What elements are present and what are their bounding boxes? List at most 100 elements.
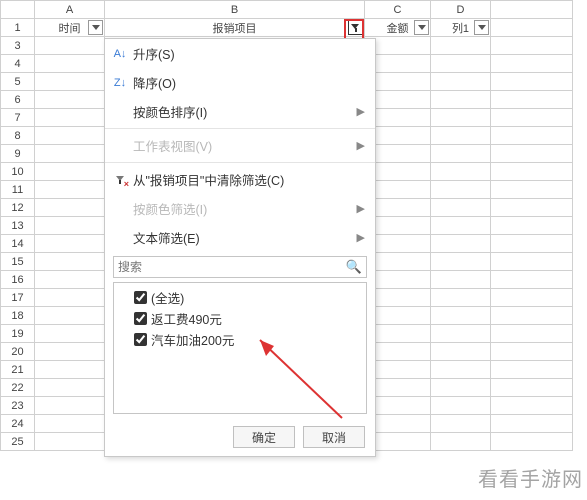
checkbox-select-all[interactable]: [134, 291, 147, 304]
cell[interactable]: [431, 127, 491, 145]
cell[interactable]: [491, 163, 573, 181]
row-7[interactable]: 7: [1, 109, 35, 127]
cell[interactable]: [431, 55, 491, 73]
row-12[interactable]: 12: [1, 199, 35, 217]
col-head-D[interactable]: D: [431, 1, 491, 19]
col-head-E[interactable]: [491, 1, 573, 19]
header-cell-item[interactable]: 报销项目: [105, 19, 365, 37]
cell[interactable]: [491, 361, 573, 379]
filter-item-1[interactable]: 返工费490元: [120, 308, 360, 329]
selectall-corner[interactable]: [1, 1, 35, 19]
sort-asc-item[interactable]: A↓ 升序(S): [105, 39, 375, 68]
cell[interactable]: [431, 73, 491, 91]
row-11[interactable]: 11: [1, 181, 35, 199]
checkbox-item-2[interactable]: [134, 333, 147, 346]
cell[interactable]: [431, 379, 491, 397]
cell[interactable]: [431, 307, 491, 325]
cell[interactable]: [35, 397, 105, 415]
cell[interactable]: [491, 145, 573, 163]
cell[interactable]: [35, 145, 105, 163]
cell[interactable]: [491, 415, 573, 433]
row-10[interactable]: 10: [1, 163, 35, 181]
row-16[interactable]: 16: [1, 271, 35, 289]
cell[interactable]: [35, 235, 105, 253]
filter-dropdown-item[interactable]: [348, 20, 363, 35]
cell[interactable]: [35, 37, 105, 55]
cell[interactable]: [491, 379, 573, 397]
cell[interactable]: [491, 91, 573, 109]
cell[interactable]: [431, 37, 491, 55]
row-21[interactable]: 21: [1, 361, 35, 379]
header-cell-col1[interactable]: 列1: [431, 19, 491, 37]
row-3[interactable]: 3: [1, 37, 35, 55]
cell[interactable]: [491, 37, 573, 55]
cell[interactable]: [491, 253, 573, 271]
row-14[interactable]: 14: [1, 235, 35, 253]
cell[interactable]: [431, 163, 491, 181]
cell[interactable]: [431, 199, 491, 217]
row-22[interactable]: 22: [1, 379, 35, 397]
ok-button[interactable]: 确定: [233, 426, 295, 448]
cell[interactable]: [35, 181, 105, 199]
checkbox-item-1[interactable]: [134, 312, 147, 325]
cell[interactable]: [35, 379, 105, 397]
cell[interactable]: [491, 307, 573, 325]
cell[interactable]: [35, 289, 105, 307]
filter-dropdown-col1[interactable]: [474, 20, 489, 35]
cell[interactable]: [431, 325, 491, 343]
cell[interactable]: [431, 235, 491, 253]
row-8[interactable]: 8: [1, 127, 35, 145]
row-19[interactable]: 19: [1, 325, 35, 343]
row-9[interactable]: 9: [1, 145, 35, 163]
cell[interactable]: [431, 145, 491, 163]
cell[interactable]: [491, 199, 573, 217]
col-head-C[interactable]: C: [365, 1, 431, 19]
row-5[interactable]: 5: [1, 73, 35, 91]
cell[interactable]: [491, 181, 573, 199]
cell[interactable]: [35, 271, 105, 289]
cell[interactable]: [35, 253, 105, 271]
cell-E1[interactable]: [491, 19, 573, 37]
cell[interactable]: [431, 253, 491, 271]
cell[interactable]: [35, 361, 105, 379]
row-15[interactable]: 15: [1, 253, 35, 271]
cell[interactable]: [35, 199, 105, 217]
row-17[interactable]: 17: [1, 289, 35, 307]
cell[interactable]: [431, 91, 491, 109]
cell[interactable]: [431, 415, 491, 433]
cell[interactable]: [431, 343, 491, 361]
cell[interactable]: [35, 433, 105, 451]
cell[interactable]: [35, 343, 105, 361]
cell[interactable]: [35, 109, 105, 127]
cell[interactable]: [431, 289, 491, 307]
cell[interactable]: [35, 55, 105, 73]
cell[interactable]: [431, 397, 491, 415]
clear-filter-item[interactable]: × 从"报销项目"中清除筛选(C): [105, 165, 375, 194]
sort-by-color-item[interactable]: 按颜色排序(I) ▶: [105, 97, 375, 126]
row-23[interactable]: 23: [1, 397, 35, 415]
row-25[interactable]: 25: [1, 433, 35, 451]
cell[interactable]: [431, 271, 491, 289]
cell[interactable]: [35, 127, 105, 145]
filter-item-2[interactable]: 汽车加油200元: [120, 329, 360, 350]
header-cell-time[interactable]: 时间: [35, 19, 105, 37]
col-head-A[interactable]: A: [35, 1, 105, 19]
filter-search-input[interactable]: [118, 260, 346, 274]
cell[interactable]: [491, 325, 573, 343]
text-filter-item[interactable]: 文本筛选(E) ▶: [105, 223, 375, 252]
row-4[interactable]: 4: [1, 55, 35, 73]
cell[interactable]: [491, 235, 573, 253]
cell[interactable]: [431, 433, 491, 451]
row-18[interactable]: 18: [1, 307, 35, 325]
filter-dropdown-amount[interactable]: [414, 20, 429, 35]
cell[interactable]: [35, 415, 105, 433]
cell[interactable]: [491, 433, 573, 451]
cell[interactable]: [491, 343, 573, 361]
row-6[interactable]: 6: [1, 91, 35, 109]
cell[interactable]: [491, 217, 573, 235]
cell[interactable]: [491, 73, 573, 91]
cell[interactable]: [35, 163, 105, 181]
cell[interactable]: [491, 55, 573, 73]
cell[interactable]: [431, 181, 491, 199]
cell[interactable]: [431, 109, 491, 127]
